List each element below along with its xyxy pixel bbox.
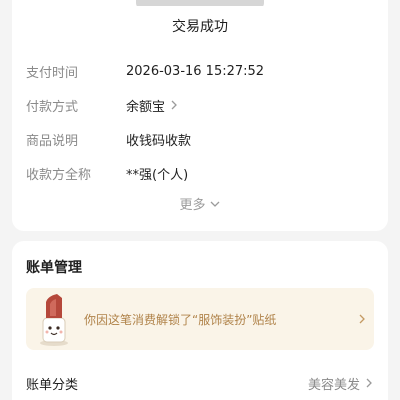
chevron-right-icon: [359, 314, 365, 324]
detail-row-product-description: 商品说明 收钱码收款: [26, 129, 374, 149]
bill-category-value-group[interactable]: 美容美发: [308, 374, 374, 393]
detail-label: 商品说明: [26, 133, 79, 149]
detail-value: 2026-03-16 15:27:52: [126, 63, 265, 79]
more-button[interactable]: 更多: [12, 194, 388, 213]
payment-method-link[interactable]: 余额宝: [126, 96, 179, 115]
sticker-banner-text: 你因这笔消费解锁了“服饰装扮”贴纸: [84, 312, 277, 327]
detail-row-payee-name: 收款方全称 **强(个人): [26, 163, 374, 183]
bill-category-label: 账单分类: [26, 377, 79, 393]
banner-chevron: [350, 313, 374, 325]
detail-label: 收款方全称: [26, 167, 92, 183]
chevron-right-icon: [171, 100, 177, 110]
sticker-unlock-banner[interactable]: 你因这笔消费解锁了“服饰装扮”贴纸: [26, 288, 374, 350]
bill-category-row[interactable]: 账单分类 美容美发: [26, 373, 374, 393]
transaction-status: 交易成功: [172, 19, 228, 35]
lipstick-sticker-icon: [40, 294, 68, 346]
detail-label: 支付时间: [26, 65, 79, 81]
detail-value: **强(个人): [126, 167, 189, 183]
detail-value: 收钱码收款: [126, 133, 192, 149]
transaction-detail-card: 交易成功 支付时间 2026-03-16 15:27:52 付款方式 余额宝 商…: [12, 0, 388, 231]
amount-header-cropped: [12, 0, 388, 6]
chevron-down-icon: [210, 201, 219, 207]
chevron-right-icon: [366, 378, 372, 388]
bill-category-value: 美容美发: [307, 377, 360, 393]
detail-label: 付款方式: [26, 99, 79, 115]
detail-value: 余额宝: [126, 99, 166, 115]
detail-row-payment-time: 支付时间 2026-03-16 15:27:52: [26, 61, 374, 81]
more-label: 更多: [179, 198, 206, 213]
section-title: 账单管理: [26, 260, 82, 276]
bill-management-card: 账单管理 你因这笔消费解锁了“服饰装扮”贴纸 账单分类 美容美发: [12, 241, 388, 400]
detail-row-payment-method[interactable]: 付款方式 余额宝: [26, 95, 374, 115]
